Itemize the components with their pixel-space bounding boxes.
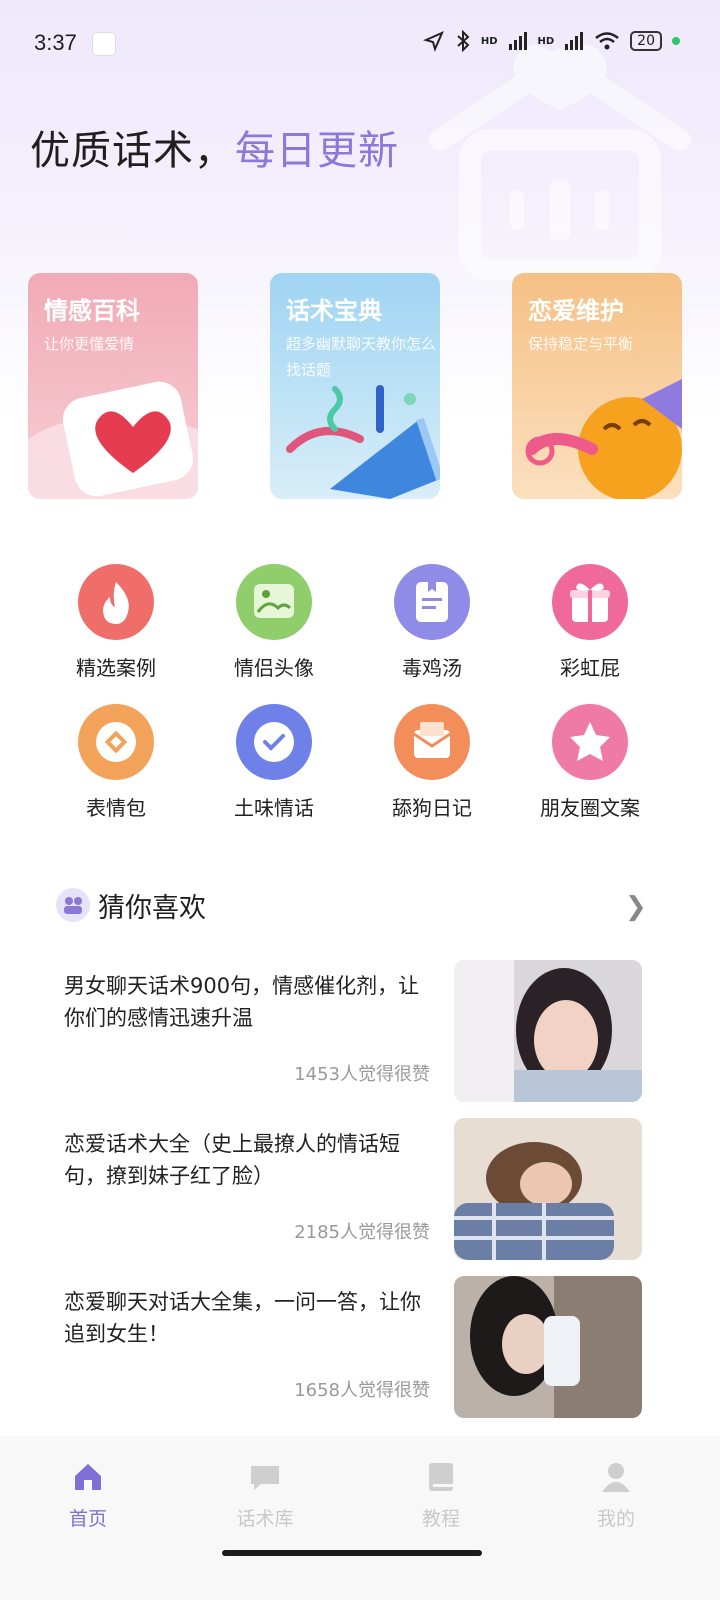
- card-subtitle: 让你更懂爱情: [44, 335, 135, 353]
- grid-item-rainbow-fart[interactable]: 彩虹屁: [510, 564, 670, 681]
- flame-icon: [78, 564, 154, 640]
- chat-icon: [251, 1466, 279, 1490]
- grid-item-poison-soup[interactable]: 毒鸡汤: [352, 564, 512, 681]
- home-indicator[interactable]: [222, 1550, 482, 1556]
- tab-profile[interactable]: 我的: [566, 1460, 666, 1531]
- star-icon: [552, 704, 628, 780]
- feature-cards: 情感百科 让你更懂爱情 话术宝典 超多幽默聊天教你怎么找话题 恋爱维护 保持稳定…: [28, 273, 692, 499]
- feed-title: 男女聊天话术900句，情感催化剂，让你们的感情迅速升温: [64, 974, 420, 1030]
- list-item[interactable]: 恋爱聊天对话大全集，一问一答，让你追到女生！ 1658人觉得很赞: [0, 1276, 720, 1418]
- list-item[interactable]: 恋爱话术大全（史上最撩人的情话短句，撩到妹子红了脸） 2185人觉得很赞: [0, 1118, 720, 1260]
- feed-title: 恋爱聊天对话大全集，一问一答，让你追到女生！: [64, 1290, 421, 1346]
- status-icons: HD HD 20: [422, 30, 680, 52]
- grid-item-couple-avatar[interactable]: 情侣头像: [194, 564, 354, 681]
- bluetooth-icon: [457, 30, 470, 52]
- gift-icon: [552, 564, 628, 640]
- grid-label: 舔狗日记: [392, 796, 472, 820]
- grid-item-stickers[interactable]: 表情包: [36, 704, 196, 821]
- grid-item-selected-cases[interactable]: 精选案例: [36, 564, 196, 681]
- headline-accent: 每日更新: [235, 128, 399, 174]
- party-face-icon: [525, 379, 682, 499]
- headline-main: 优质话术，: [30, 128, 235, 174]
- network-hd-label-2: HD: [537, 35, 555, 47]
- grid-label: 彩虹屁: [560, 656, 620, 680]
- card-title: 话术宝典: [286, 297, 382, 325]
- feed-thumbnail: [454, 960, 642, 1102]
- party-popper-icon: [286, 385, 440, 499]
- feed-likes: 2185人觉得很赞: [294, 1222, 430, 1243]
- section-title: 猜你喜欢: [98, 893, 206, 924]
- battery-indicator: 20: [630, 31, 662, 51]
- page-headline: 优质话术，每日更新: [30, 118, 399, 176]
- book-icon: [429, 1463, 453, 1491]
- wifi-icon: [595, 32, 619, 50]
- card-title: 情感百科: [44, 297, 140, 325]
- home-icon: [75, 1464, 101, 1490]
- book-icon: [394, 564, 470, 640]
- card-subtitle: 保持稳定与平衡: [528, 335, 634, 353]
- tab-home[interactable]: 首页: [38, 1460, 138, 1531]
- picture-icon: [236, 564, 312, 640]
- app-notification-icon: [92, 32, 116, 56]
- envelope-icon: [394, 704, 470, 780]
- chevron-right-icon[interactable]: ❯: [625, 892, 647, 922]
- network-hd-label-1: HD: [480, 35, 498, 47]
- grid-label: 毒鸡汤: [402, 656, 462, 680]
- user-icon: [602, 1463, 630, 1492]
- card-title: 恋爱维护: [528, 297, 624, 325]
- privacy-dot-icon: [672, 37, 680, 45]
- badge-check-icon: [236, 704, 312, 780]
- feed-likes: 1453人觉得很赞: [294, 1064, 430, 1085]
- tab-label: 我的: [596, 1508, 635, 1530]
- feed-likes: 1658人觉得很赞: [294, 1380, 430, 1401]
- coin-icon: [78, 704, 154, 780]
- card-emotion-encyclopedia[interactable]: 情感百科 让你更懂爱情: [28, 273, 198, 499]
- card-love-maintenance[interactable]: 恋爱维护 保持稳定与平衡: [512, 273, 682, 499]
- grid-label: 情侣头像: [234, 656, 314, 680]
- grid-item-moments-copy[interactable]: 朋友圈文案: [510, 704, 670, 821]
- grid-label: 精选案例: [76, 656, 156, 680]
- tab-tutorial[interactable]: 教程: [391, 1460, 491, 1531]
- signal-icon-1: [508, 32, 527, 50]
- bottom-navigation: 首页 话术库 教程 我的: [0, 1436, 720, 1600]
- people-icon: [56, 888, 90, 922]
- heart-icon: [28, 381, 198, 499]
- card-talk-skills[interactable]: 话术宝典 超多幽默聊天教你怎么找话题: [270, 273, 440, 499]
- tab-label: 话术库: [236, 1508, 294, 1530]
- grid-item-simp-diary[interactable]: 舔狗日记: [352, 704, 512, 821]
- grid-label: 土味情话: [234, 796, 314, 820]
- status-bar: 3:37 HD HD 20: [0, 0, 720, 90]
- signal-icon-2: [565, 32, 584, 50]
- feed-title: 恋爱话术大全（史上最撩人的情话短句，撩到妹子红了脸）: [64, 1132, 400, 1188]
- list-item[interactable]: 男女聊天话术900句，情感催化剂，让你们的感情迅速升温 1453人觉得很赞: [0, 960, 720, 1102]
- feed-thumbnail: [454, 1276, 642, 1418]
- location-icon: [422, 31, 444, 52]
- tab-label: 首页: [68, 1508, 107, 1530]
- feed-thumbnail: [454, 1118, 642, 1260]
- grid-label: 表情包: [86, 796, 146, 820]
- status-time: 3:37: [34, 30, 77, 55]
- grid-item-cheesy-lines[interactable]: 土味情话: [194, 704, 354, 821]
- tab-script-library[interactable]: 话术库: [215, 1460, 315, 1531]
- grid-label: 朋友圈文案: [540, 796, 640, 820]
- tab-label: 教程: [421, 1508, 460, 1530]
